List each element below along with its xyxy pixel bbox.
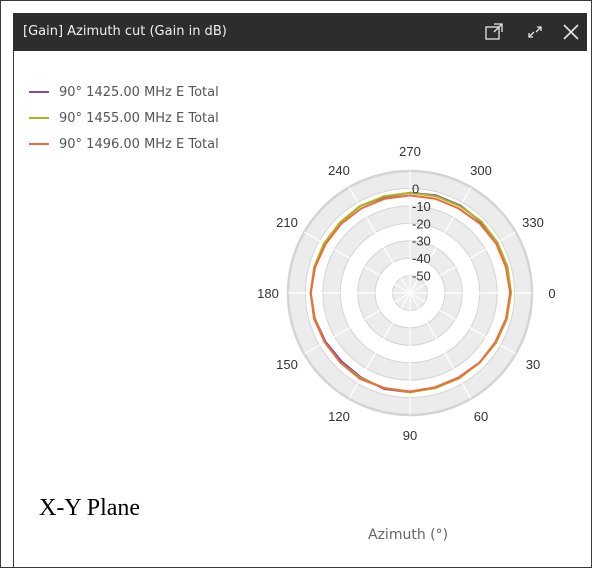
angle-tick-label: 240	[328, 163, 350, 178]
angle-tick-label: 120	[328, 409, 350, 424]
angle-tick-label: 150	[276, 357, 298, 372]
expand-icon[interactable]	[524, 21, 546, 43]
legend-label: 90° 1455.00 MHz E Total	[59, 110, 219, 126]
angle-tick-label: 330	[522, 215, 544, 230]
title-bar: [Gain] Azimuth cut (Gain in dB)	[13, 13, 587, 51]
panel-border	[13, 51, 14, 567]
legend-swatch	[29, 91, 49, 93]
legend-label: 90° 1496.00 MHz E Total	[59, 136, 219, 152]
radial-tick-label: 0	[412, 181, 419, 196]
legend-item[interactable]: 90° 1455.00 MHz E Total	[29, 105, 219, 131]
radial-tick-label: -50	[412, 269, 431, 284]
chart-window: [Gain] Azimuth cut (Gain in dB) 90° 1425…	[0, 0, 592, 568]
window-title: [Gain] Azimuth cut (Gain in dB)	[23, 24, 227, 39]
angle-tick-label: 180	[257, 286, 279, 301]
radial-tick-label: -40	[412, 251, 431, 266]
close-icon[interactable]	[560, 21, 582, 43]
plane-caption: X-Y Plane	[39, 495, 141, 521]
legend-label: 90° 1425.00 MHz E Total	[59, 84, 219, 100]
angle-tick-label: 270	[399, 144, 421, 159]
legend-swatch	[29, 143, 49, 145]
angle-tick-label: 210	[276, 215, 298, 230]
radial-tick-label: -20	[412, 216, 431, 231]
angle-tick-label: 300	[470, 163, 492, 178]
angle-tick-label: 0	[548, 286, 555, 301]
popout-icon[interactable]	[483, 21, 505, 43]
legend-item[interactable]: 90° 1425.00 MHz E Total	[29, 79, 219, 105]
angle-tick-label: 30	[526, 357, 540, 372]
axis-title: Azimuth (°)	[368, 527, 449, 543]
polar-chart: 0 30 60 90 120 150 180 210 240 270 300 330 0 -10 -20 -3…	[257, 144, 555, 443]
radial-tick-label: -30	[412, 234, 431, 249]
angle-tick-label: 60	[474, 409, 488, 424]
legend-swatch	[29, 117, 49, 119]
legend-item[interactable]: 90° 1496.00 MHz E Total	[29, 131, 219, 157]
angle-tick-label: 90	[403, 428, 417, 443]
chart-legend: 90° 1425.00 MHz E Total 90° 1455.00 MHz E…	[29, 79, 219, 157]
radial-tick-label: -10	[412, 199, 431, 214]
